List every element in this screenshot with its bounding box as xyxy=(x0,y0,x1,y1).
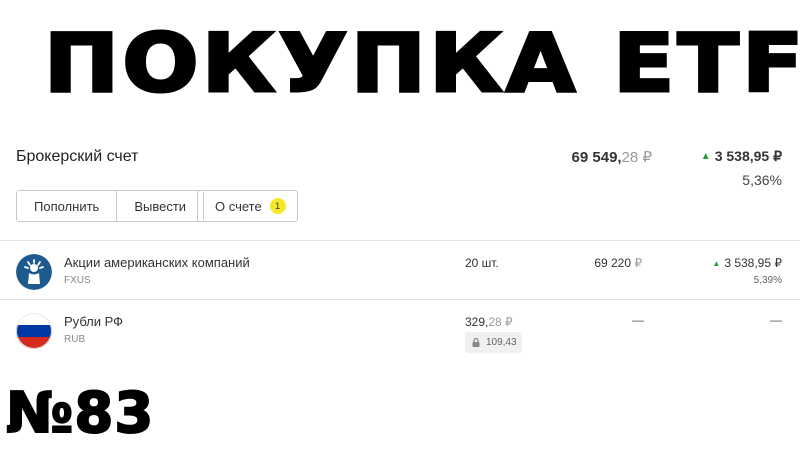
holding-value: — xyxy=(632,313,644,327)
holding-quantity: 329,28 ₽ xyxy=(465,315,513,329)
up-triangle-icon: ▲ xyxy=(700,151,711,162)
deposit-button[interactable]: Пополнить xyxy=(17,191,117,221)
account-info-button[interactable]: О счете 1 xyxy=(197,190,298,222)
holding-name[interactable]: Акции американских компаний xyxy=(64,255,250,270)
holding-change-percent: 5,39% xyxy=(753,275,782,286)
blocked-amount: 109,43 xyxy=(486,337,517,348)
account-title: Брокерский счет xyxy=(16,148,139,165)
up-triangle-icon: ▲ xyxy=(712,259,721,268)
account-change: ▲ 3 538,95 ₽ xyxy=(701,148,782,165)
holding-value-currency: ₽ xyxy=(634,256,642,270)
account-change-value: 3 538,95 ₽ xyxy=(714,148,782,164)
holding-value: 69 220 ₽ xyxy=(594,256,642,270)
holding-change: — xyxy=(770,313,782,327)
divider xyxy=(0,299,800,300)
holding-change-value: 3 538,95 ₽ xyxy=(724,256,782,270)
account-action-group: Пополнить Вывести xyxy=(16,190,205,222)
statue-of-liberty-icon xyxy=(16,254,52,290)
holding-name[interactable]: Рубли РФ xyxy=(64,314,123,329)
holding-value-amount: 69 220 xyxy=(594,256,635,270)
holding-ticker: FXUS xyxy=(64,275,91,286)
lock-icon xyxy=(472,338,480,347)
video-headline: ПОКУПКА ETF xyxy=(42,17,800,110)
account-total-decimals: 28 ₽ xyxy=(621,149,652,166)
notification-badge: 1 xyxy=(269,198,286,214)
episode-number: №83 xyxy=(5,381,155,446)
account-total: 69 549,28 ₽ xyxy=(572,148,652,166)
blocked-amount-chip: 109,43 xyxy=(465,332,522,353)
holding-ticker: RUB xyxy=(64,334,86,345)
holding-quantity: 20 шт. xyxy=(465,256,499,270)
holding-change: ▲ 3 538,95 ₽ xyxy=(712,256,782,270)
divider xyxy=(0,240,800,241)
account-total-main: 69 549, xyxy=(571,149,622,166)
account-change-percent: 5,36% xyxy=(742,172,782,188)
russian-flag-icon xyxy=(16,313,52,349)
holding-quantity-decimals: 28 ₽ xyxy=(488,315,513,329)
holding-quantity-main: 329, xyxy=(465,315,489,329)
withdraw-button[interactable]: Вывести xyxy=(116,191,204,221)
account-info-label: О счете xyxy=(215,198,262,214)
